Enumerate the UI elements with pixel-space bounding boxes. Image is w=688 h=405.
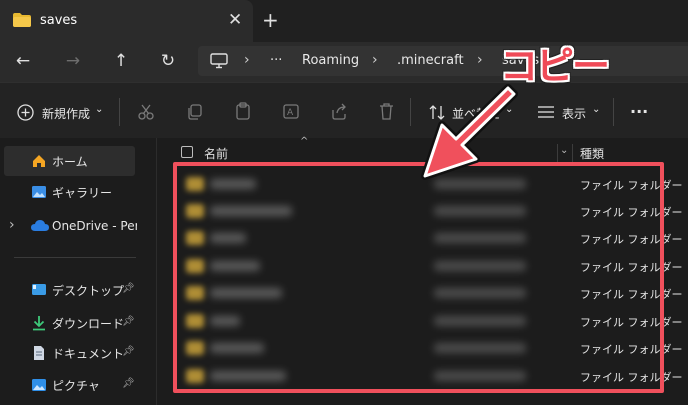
select-all-checkbox[interactable] [181,146,193,158]
svg-text:A: A [287,108,294,118]
vertical-scrollbar[interactable] [677,164,683,402]
new-tab-button[interactable]: + [262,9,279,31]
breadcrumb-separator: › [477,52,483,68]
gallery-icon [32,186,46,198]
cut-icon[interactable] [137,103,155,121]
tab-bar: saves ✕ + [0,0,688,42]
add-circle-icon [17,104,34,121]
highlight-box [173,162,664,393]
rename-icon[interactable]: A [282,102,300,121]
column-divider[interactable] [557,144,558,162]
toolbar-divider [410,98,411,126]
sort-button[interactable]: 並べ替え [452,105,500,122]
chevron-down-icon: ⌄ [95,104,104,115]
close-tab-icon[interactable]: ✕ [228,10,242,30]
paste-icon[interactable] [234,102,252,121]
column-divider[interactable] [572,144,573,162]
desktop-icon [32,284,46,295]
breadcrumb-separator: › [372,52,378,68]
sidebar-item-label: OneDrive - Perso [52,219,137,233]
pictures-icon [32,379,46,391]
pin-icon: 📌︎ [122,316,135,327]
pin-icon: 📌︎ [122,378,135,389]
document-icon [34,346,44,360]
forward-button[interactable]: → [62,50,84,72]
view-list-icon [538,106,554,118]
sidebar-item-documents[interactable]: ドキュメント 📌︎ [0,338,137,368]
sidebar-item-onedrive[interactable]: › OneDrive - Perso [0,211,137,241]
sort-ascending-icon: ^ [300,136,309,147]
toolbar-divider [119,98,120,126]
pin-icon: 📌︎ [122,346,135,357]
sidebar-item-desktop[interactable]: デスクトップ 📌︎ [0,275,137,305]
sidebar-item-label: デスクトップ [52,283,125,298]
home-icon [33,155,45,167]
toolbar-divider [613,98,614,126]
up-button[interactable]: ↑ [110,50,132,72]
column-type[interactable]: 種類 [580,145,604,162]
sidebar-item-label: ホーム [52,154,88,169]
sidebar-item-pictures[interactable]: ピクチャ 📌︎ [0,370,137,400]
breadcrumb-more[interactable]: ··· [270,53,282,68]
annotation-copy-label: コピー [500,44,610,88]
share-icon[interactable] [330,102,348,121]
breadcrumb-roaming[interactable]: Roaming [302,53,359,68]
view-button[interactable]: 表示 [562,105,586,122]
more-options-button[interactable]: ··· [630,102,648,121]
back-button[interactable]: ← [12,50,34,72]
computer-icon [210,53,228,69]
copy-icon[interactable] [186,103,204,121]
sidebar-item-label: ドキュメント [52,346,125,361]
breadcrumb-separator: › [244,52,250,68]
delete-icon[interactable] [378,102,395,121]
chevron-down-icon: ⌄ [505,104,514,115]
tab-saves[interactable]: saves ✕ [0,0,253,42]
cloud-icon [31,220,49,231]
sidebar-item-label: ダウンロード [52,316,125,331]
column-name[interactable]: 名前 [204,145,228,162]
column-header [157,142,688,164]
navigation-pane: ホーム ギャラリー › OneDrive - Perso デスクトップ 📌︎ ダ… [0,138,157,405]
expand-chevron-icon[interactable]: › [9,217,15,233]
sidebar-item-label: ピクチャ [52,378,100,393]
sidebar-divider [14,257,136,258]
sidebar-item-gallery[interactable]: ギャラリー [0,177,137,207]
pane-splitter[interactable] [156,138,157,405]
folder-icon [13,13,31,27]
pin-icon: 📌︎ [122,283,135,294]
chevron-down-icon[interactable]: ⌄ [560,145,568,156]
sort-icon [429,105,445,120]
download-icon [33,316,45,331]
new-button[interactable]: 新規作成 [42,105,90,122]
chevron-down-icon: ⌄ [592,104,601,115]
sidebar-item-downloads[interactable]: ダウンロード 📌︎ [0,308,137,338]
sidebar-item-label: ギャラリー [52,185,113,200]
refresh-button[interactable]: ↻ [157,50,179,72]
sidebar-item-home[interactable]: ホーム [4,146,135,176]
tab-title: saves [40,13,78,28]
breadcrumb-minecraft[interactable]: .minecraft [397,53,464,68]
